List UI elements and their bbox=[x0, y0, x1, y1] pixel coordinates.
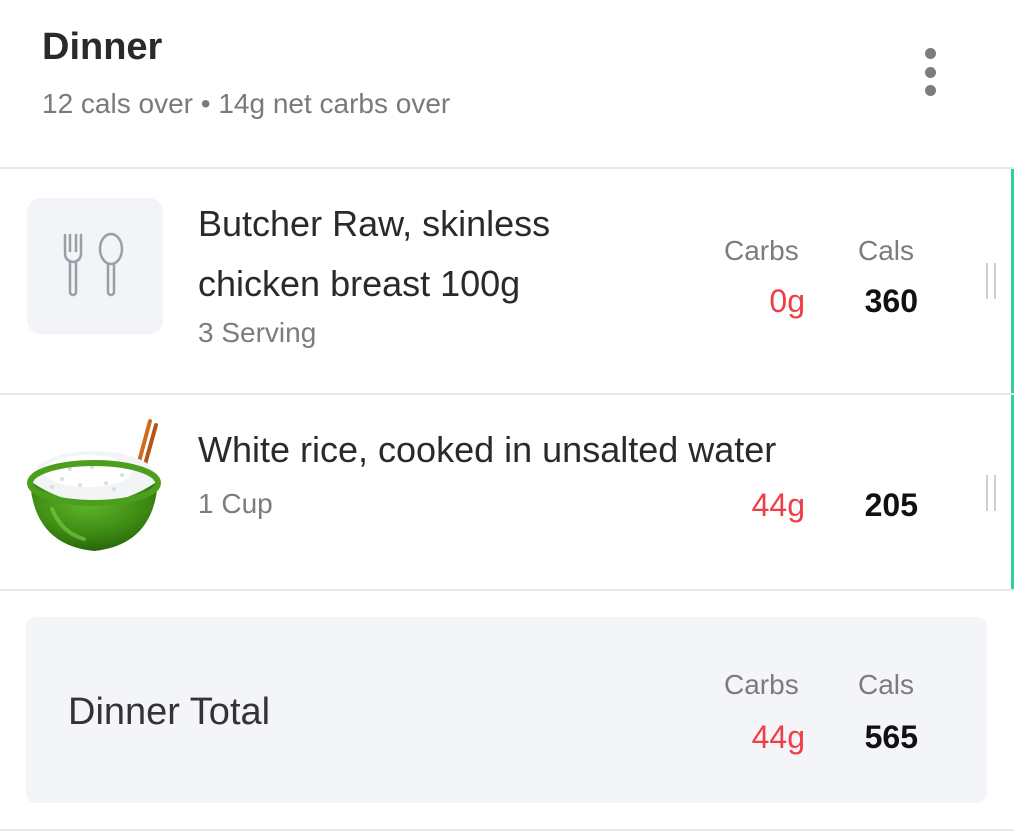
cals-value: 205 bbox=[864, 487, 918, 523]
meal-card: Dinner 12 cals over • 14g net carbs over bbox=[0, 0, 1014, 837]
total-carbs-value: 44g bbox=[751, 719, 805, 755]
serving-size: 3 Serving bbox=[198, 317, 317, 348]
meal-title: Dinner bbox=[42, 26, 163, 68]
total-label: Dinner Total bbox=[68, 691, 271, 733]
food-item-rice[interactable]: White rice, cooked in unsalted water 1 C… bbox=[0, 395, 1014, 589]
more-options-icon[interactable] bbox=[918, 48, 942, 96]
cals-label: Cals bbox=[858, 669, 915, 700]
meal-header: Dinner 12 cals over • 14g net carbs over bbox=[0, 0, 1014, 168]
drag-handle-icon[interactable] bbox=[986, 475, 996, 511]
fork-spoon-icon bbox=[27, 198, 163, 334]
divider bbox=[0, 589, 1014, 591]
serving-size: 1 Cup bbox=[198, 488, 273, 519]
rice-bowl-icon bbox=[22, 417, 166, 557]
meal-total: Dinner Total Carbs Cals 44g 565 bbox=[26, 617, 987, 803]
carbs-value: 0g bbox=[769, 283, 805, 319]
carbs-label: Carbs bbox=[724, 669, 799, 700]
cals-value: 360 bbox=[864, 283, 918, 319]
food-name-line2: chicken breast 100g bbox=[198, 263, 521, 304]
food-item-chicken[interactable]: Butcher Raw, skinless chicken breast 100… bbox=[0, 169, 1014, 393]
food-name: Butcher Raw, skinless bbox=[198, 203, 551, 244]
carbs-label: Carbs bbox=[724, 235, 799, 266]
carbs-value: 44g bbox=[751, 487, 805, 523]
total-cals-value: 565 bbox=[864, 719, 918, 755]
divider bbox=[0, 829, 1014, 831]
food-name: White rice, cooked in unsalted water bbox=[198, 429, 777, 470]
meal-summary: 12 cals over • 14g net carbs over bbox=[42, 88, 451, 119]
cals-label: Cals bbox=[858, 235, 915, 266]
drag-handle-icon[interactable] bbox=[986, 263, 996, 299]
